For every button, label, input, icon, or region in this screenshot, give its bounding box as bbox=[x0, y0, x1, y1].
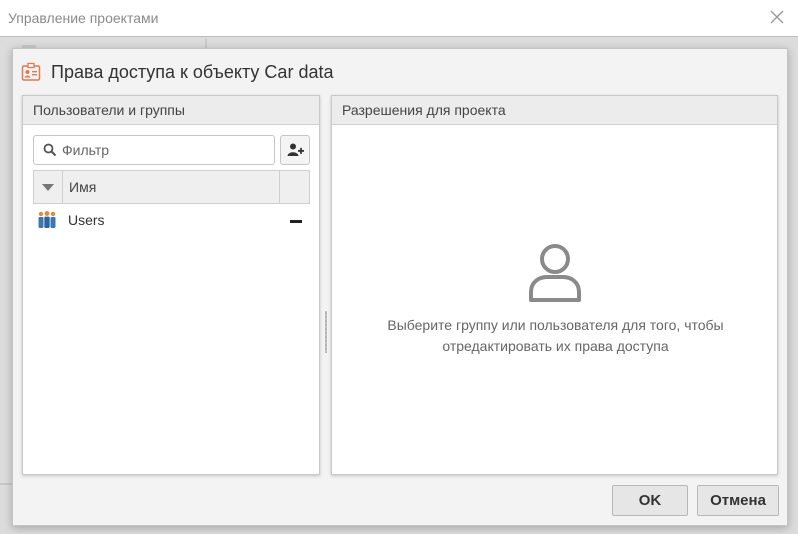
empty-state-message: Выберите группу или пользователя для тог… bbox=[352, 315, 759, 357]
permissions-panel: Разрешения для проекта Выберите группу и… bbox=[331, 95, 778, 475]
sort-toggle[interactable] bbox=[34, 171, 63, 203]
search-icon bbox=[43, 143, 57, 157]
users-groups-header: Пользователи и группы bbox=[23, 96, 319, 125]
list-item[interactable]: Users bbox=[33, 206, 310, 236]
user-icon bbox=[527, 242, 583, 309]
triangle-down-icon bbox=[42, 184, 54, 191]
filter-box[interactable] bbox=[33, 135, 275, 165]
close-icon[interactable] bbox=[768, 8, 786, 26]
column-header-name[interactable]: Имя bbox=[69, 179, 96, 195]
filter-input[interactable] bbox=[62, 140, 268, 160]
empty-state-line-1: Выберите группу или пользователя для тог… bbox=[387, 317, 724, 333]
outer-titlebar: Управление проектами bbox=[0, 0, 798, 36]
window-title: Управление проектами bbox=[8, 10, 159, 26]
dialog-title: Права доступа к объекту Car data bbox=[51, 62, 334, 82]
permissions-badge-icon bbox=[21, 62, 41, 82]
add-user-icon bbox=[287, 143, 304, 156]
empty-state-line-2: отредактировать их права доступа bbox=[442, 338, 669, 354]
cancel-button[interactable]: Отмена bbox=[697, 485, 779, 516]
dialog-header: Права доступа к объекту Car data bbox=[13, 49, 787, 95]
permissions-dialog: Права доступа к объекту Car data Пользов… bbox=[12, 48, 788, 526]
group-icon bbox=[37, 211, 57, 234]
background-element bbox=[0, 483, 12, 485]
list-header: Имя bbox=[33, 170, 310, 204]
panel-splitter[interactable] bbox=[325, 311, 327, 353]
add-user-button[interactable] bbox=[280, 135, 310, 165]
remove-button[interactable] bbox=[290, 220, 302, 223]
list-item-label: Users bbox=[68, 212, 105, 228]
permissions-header: Разрешения для проекта bbox=[332, 96, 777, 125]
column-header-actions bbox=[279, 171, 309, 203]
ok-button[interactable]: OK bbox=[612, 485, 688, 516]
users-groups-panel: Пользователи и группы Фильтр Имя Users bbox=[22, 95, 320, 475]
